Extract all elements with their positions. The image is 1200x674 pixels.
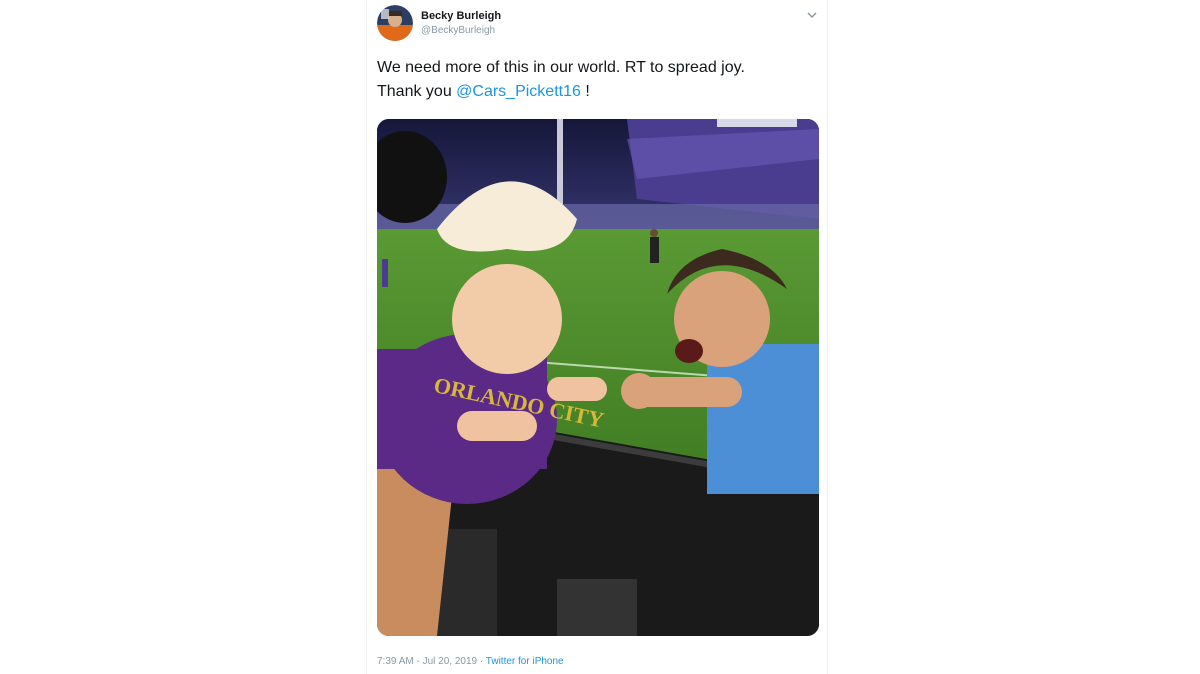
author-handle[interactable]: @BeckyBurleigh [421,25,495,36]
tweet-card: Becky Burleigh @BeckyBurleigh We need mo… [366,0,828,674]
tweet-source[interactable]: Twitter for iPhone [486,656,564,667]
chevron-down-icon[interactable] [805,8,819,22]
mention-link[interactable]: @Cars_Pickett16 [456,83,581,100]
tweet-text: We need more of this in our world. RT to… [377,56,817,104]
tweet-photo[interactable]: ORLANDO CITY [377,119,819,636]
tweet-text-prefix: Thank you [377,83,457,100]
page: Becky Burleigh @BeckyBurleigh We need mo… [0,0,1200,674]
meta-separator: · [477,656,486,667]
tweet-meta: 7:39 AM - Jul 20, 2019 · Twitter for iPh… [377,656,564,667]
avatar-image [377,5,413,41]
photo-illustration: ORLANDO CITY [377,119,819,636]
author-display-name[interactable]: Becky Burleigh [421,10,501,22]
avatar[interactable] [377,5,413,41]
tweet-text-line-2: Thank you @Cars_Pickett16 ! [377,80,817,104]
tweet-timestamp[interactable]: 7:39 AM - Jul 20, 2019 [377,656,477,667]
tweet-text-line-1: We need more of this in our world. RT to… [377,59,745,76]
tweet-text-suffix: ! [580,83,590,100]
